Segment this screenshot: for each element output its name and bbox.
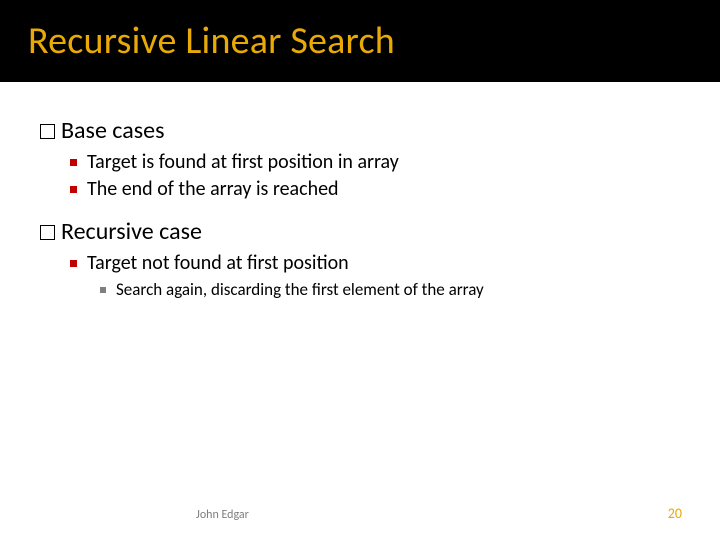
square-bullet-icon	[70, 260, 77, 267]
square-bullet-icon	[70, 186, 77, 193]
sublist: Search again, discarding the first eleme…	[100, 279, 680, 302]
slide-body: Base cases Target is found at first posi…	[0, 82, 720, 302]
list-item: Search again, discarding the first eleme…	[100, 279, 680, 302]
item-text: Target not found at first position	[87, 250, 349, 277]
item-text: The end of the array is reached	[87, 176, 339, 203]
list-item: Target is found at first position in arr…	[70, 149, 680, 176]
footer: John Edgar 20	[0, 505, 720, 522]
list-item: The end of the array is reached	[70, 176, 680, 203]
slide-title: Recursive Linear Search	[28, 18, 720, 64]
page-number: 20	[668, 505, 682, 522]
list-recursive-case: Target not found at first position Searc…	[70, 250, 680, 302]
list-base-cases: Target is found at first position in arr…	[70, 149, 680, 203]
item-text: Search again, discarding the first eleme…	[116, 279, 484, 302]
square-bullet-icon	[70, 159, 77, 166]
author-name: John Edgar	[196, 508, 249, 522]
heading-text: Base cases	[61, 116, 164, 145]
item-text: Target is found at first position in arr…	[87, 149, 399, 176]
heading-recursive-case: Recursive case	[40, 217, 680, 246]
list-item: Target not found at first position	[70, 250, 680, 277]
heading-text: Recursive case	[61, 217, 202, 246]
square-bullet-small-icon	[100, 287, 106, 293]
heading-base-cases: Base cases	[40, 116, 680, 145]
box-bullet-icon	[40, 124, 55, 139]
box-bullet-icon	[40, 225, 55, 240]
title-bar: Recursive Linear Search	[0, 0, 720, 82]
